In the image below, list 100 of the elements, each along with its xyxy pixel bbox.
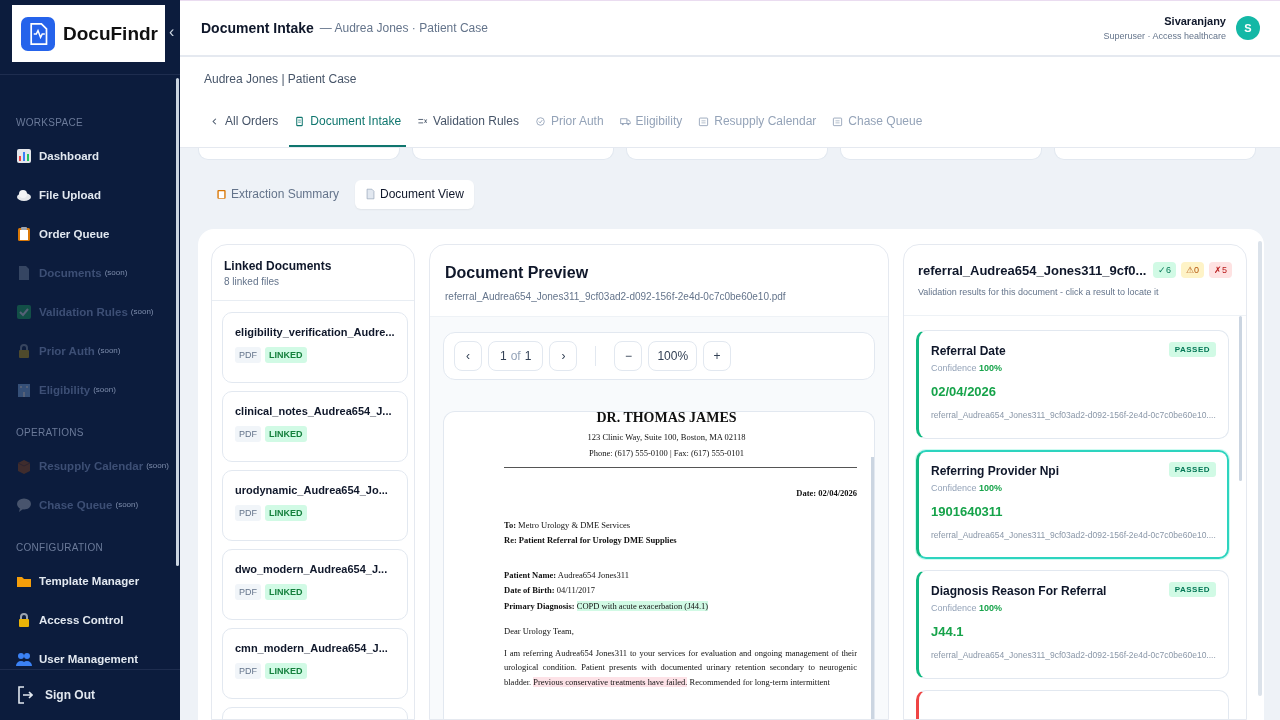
file-name: dwo_modern_Audrea654_J...	[235, 563, 389, 575]
source-file: referral_Audrea654_Jones311_9cf03ad2-d092-156f-2e4d-0c7c0be60e10....	[931, 530, 1216, 540]
status-tag: LINKED	[265, 663, 307, 679]
tab[interactable]: Validation Rules	[412, 114, 524, 147]
file-type-tag: PDF	[235, 426, 261, 442]
extracted-value: 1901640311	[931, 504, 1004, 519]
user-role: Superuser · Access healthcare	[1103, 31, 1226, 41]
file-count: 8 linked files	[224, 276, 281, 287]
nav-item[interactable]: Dashboard	[16, 136, 172, 175]
document-card[interactable]: clinical_notes_Audrea654_J... PDF LINKED	[222, 391, 408, 462]
section-heading: CONFIGURATION	[16, 542, 105, 554]
user-name: Sivaranjany	[1164, 15, 1226, 27]
warning-count-badge: ⚠0	[1180, 262, 1204, 278]
logo-icon	[21, 16, 55, 51]
bar-chart-icon	[16, 147, 32, 164]
scrollbar[interactable]	[1239, 316, 1242, 481]
document-card[interactable]: urodynamic_Audrea654_Jo... PDF LINKED	[222, 470, 408, 541]
document-icon	[16, 264, 32, 281]
failed-count-badge: ✗5	[1209, 262, 1232, 278]
file-type-tag: PDF	[235, 347, 261, 363]
lock-icon	[16, 611, 32, 628]
patient-field: Patient Name: Audrea654 Jones311	[504, 570, 857, 582]
confidence-text: Confidence 100%	[931, 603, 1004, 613]
speech-bubble-icon	[16, 496, 32, 513]
collapse-button[interactable]: ‹	[167, 23, 177, 41]
file-name: clinical_notes_Audrea654_J...	[235, 405, 393, 417]
truck-icon	[619, 115, 631, 127]
tab[interactable]: All Orders	[204, 114, 284, 147]
status-badge: PASSED	[1168, 342, 1216, 357]
section-heading: OPERATIONS	[16, 427, 85, 439]
previous-page-button[interactable]: ‹	[454, 341, 482, 371]
status-tag: LINKED	[265, 347, 307, 363]
next-page-button[interactable]: ›	[549, 341, 578, 371]
source-file: referral_Audrea654_Jones311_9cf03ad2-d092-156f-2e4d-0c7c0be60e10....	[931, 410, 1216, 420]
scrollbar[interactable]	[176, 78, 179, 566]
check-circle-icon	[534, 115, 546, 127]
file-type-tag: PDF	[235, 505, 261, 521]
soon-label: (soon)	[146, 461, 169, 470]
extracted-value: J44.1	[931, 624, 965, 639]
panel-title: Linked Documents	[224, 259, 333, 273]
calendar-icon	[698, 115, 710, 127]
nav-item[interactable]: Order Queue	[16, 214, 172, 253]
nav-item[interactable]: User Management	[16, 639, 172, 669]
status-tag: LINKED	[265, 426, 307, 442]
zoom-level: 100%	[648, 341, 698, 371]
document-name: referral_Audrea654_Jones311_9cf0...	[918, 262, 1148, 278]
checkbox-icon	[16, 303, 32, 320]
soon-label: (soon)	[130, 307, 154, 316]
document-card[interactable]: dwo_modern_Audrea654_J... PDF LINKED	[222, 549, 408, 620]
document-icon	[294, 115, 306, 127]
document-icon	[365, 188, 377, 200]
confidence-text: Confidence 100%	[931, 363, 1004, 373]
validation-result-card[interactable]: Referral Date PASSED Confidence 100% 02/04/2026 referral_Audrea654_Jones311_9cf03ad2-d092-156f-2e4d-0c7c0be60e10....	[916, 330, 1229, 439]
source-file: referral_Audrea654_Jones311_9cf03ad2-d092-156f-2e4d-0c7c0be60e10....	[931, 650, 1216, 660]
file-name: eligibility_verification_Audre...	[235, 326, 395, 338]
extracted-value: 02/04/2026	[931, 384, 998, 399]
panel-subtitle: Validation results for this document - click a result to locate it	[918, 287, 1160, 297]
building-icon	[16, 381, 32, 398]
lock-icon	[16, 342, 32, 359]
recipient-line: To: Metro Urology & DME Services	[504, 520, 631, 532]
soon-label: (soon)	[93, 385, 116, 394]
soon-label: (soon)	[97, 346, 121, 355]
zoom-out-button[interactable]: −	[614, 341, 643, 371]
subject-line: Re: Patient Referral for Urology DME Supplies	[504, 535, 678, 547]
scrollbar[interactable]	[1258, 241, 1262, 696]
nav-item[interactable]: Access Control	[16, 600, 172, 639]
soon-label: (soon)	[104, 268, 128, 277]
file-name: cmn_modern_Audrea654_J...	[235, 642, 389, 654]
result-title: Diagnosis Reason For Referral	[931, 584, 1107, 598]
passed-count-badge: ✓6	[1152, 262, 1176, 278]
file-type-tag: PDF	[235, 584, 261, 600]
file-name: urodynamic_Audrea654_Jo...	[235, 484, 389, 496]
calendar-icon	[832, 115, 844, 127]
view-tab[interactable]: Document View	[355, 180, 474, 209]
clipboard-icon	[16, 225, 32, 242]
page-title: Document Intake	[201, 20, 314, 36]
page-subtitle: — Audrea Jones · Patient Case	[319, 21, 488, 35]
clipboard-icon	[216, 188, 227, 200]
doctor-name: DR. THOMAS JAMES	[595, 412, 738, 427]
document-card[interactable]: eligibility_verification_Audre... PDF LINKED	[222, 312, 408, 383]
sign-out-icon	[17, 686, 33, 704]
zoom-in-button[interactable]: +	[703, 341, 732, 371]
brand-name: DocuFindr	[63, 22, 158, 45]
document-card[interactable]: cmn_modern_Audrea654_J... PDF LINKED	[222, 628, 408, 699]
validation-result-card[interactable]: Referring Provider Npi PASSED Confidence 100% 1901640311 referral_Audrea654_Jones311_9cf03ad2-d092-156f-2e4d-0c7c0be60e10....	[916, 450, 1229, 559]
file-name: referral_Audrea654_Jones311_9cf03ad2-d092-156f-2e4d-0c7c0be60e10.pdf	[445, 291, 787, 302]
greeting: Dear Urology Team,	[504, 625, 575, 637]
nav-item[interactable]: File Upload	[16, 175, 172, 214]
validation-result-card[interactable]: Diagnosis Reason For Referral PASSED Confidence 100% J44.1 referral_Audrea654_Jones311_9cf03ad2-d092-156f-2e4d-0c7c0be60e10....	[916, 570, 1229, 679]
nav-item[interactable]: Template Manager	[16, 561, 172, 600]
result-title: Referral Date	[931, 344, 1006, 358]
status-badge: PASSED	[1168, 582, 1216, 597]
scrollbar[interactable]	[871, 457, 874, 719]
clinic-phone: Phone: (617) 555-0100 | Fax: (617) 555-0101	[587, 448, 746, 460]
confidence-text: Confidence 100%	[931, 483, 1004, 493]
letter-date: Date: 02/04/2026	[795, 488, 857, 500]
box-icon	[16, 457, 32, 474]
view-tab[interactable]: Extraction Summary	[206, 180, 350, 209]
clinic-address: 123 Clinic Way, Suite 100, Boston, MA 02118	[586, 432, 747, 444]
letter-paragraph: I am referring Audrea654 Jones311 to your services for evaluation and ongoing management of their urological condition. Patient presents with documented urinary retention secondary to neurogenic bladder. Previous conservative treatments have failed. Recommended for long-term intermittent	[504, 646, 857, 690]
